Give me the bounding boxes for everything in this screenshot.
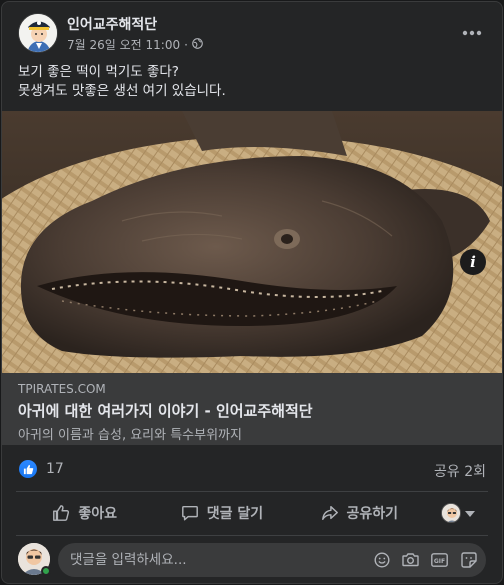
post-header: 인어교주해적단 7월 26일 오전 11:00 ·	[16, 13, 488, 57]
sticker-icon[interactable]	[459, 550, 478, 569]
like-reaction-icon[interactable]	[19, 460, 37, 478]
action-bar: 좋아요 댓글 달기 공유하기	[16, 495, 488, 531]
page-avatar[interactable]	[18, 13, 58, 53]
link-description: 아귀의 이름과 습성, 요리와 특수부위까지	[18, 428, 242, 443]
like-button-label: 좋아요	[78, 506, 117, 522]
post-meta: 7월 26일 오전 11:00 ·	[67, 36, 203, 53]
more-icon	[462, 30, 482, 36]
post-card: 인어교주해적단 7월 26일 오전 11:00 · 보기 좋은 떡이 먹기도 좋…	[1, 1, 503, 584]
anglerfish-photo	[2, 111, 502, 373]
link-preview-image[interactable]	[2, 111, 502, 373]
page-name[interactable]: 인어교주해적단	[67, 14, 157, 34]
share-button-label: 공유하기	[346, 506, 399, 522]
link-title[interactable]: 아귀에 대한 여러가지 이야기 - 인어교주해적단	[18, 400, 313, 421]
thumbs-up-icon	[53, 505, 70, 521]
more-options-button[interactable]	[456, 19, 488, 47]
share-count[interactable]: 공유 2회	[434, 461, 486, 481]
post-text: 보기 좋은 떡이 먹기도 좋다? 못생겨도 맛좋은 생선 여기 있습니다.	[18, 63, 486, 101]
emoji-icon[interactable]	[372, 550, 391, 569]
svg-text:GIF: GIF	[434, 557, 445, 564]
post-timestamp[interactable]: 7월 26일 오전 11:00	[67, 36, 180, 53]
comment-button-label: 댓글 달기	[206, 506, 264, 522]
composer-tools: GIF	[372, 550, 478, 569]
reactions-summary: 17 공유 2회	[18, 457, 486, 483]
divider	[16, 491, 488, 492]
post-text-line: 보기 좋은 떡이 먹기도 좋다?	[18, 64, 179, 80]
like-button[interactable]: 좋아요	[16, 495, 153, 531]
share-button[interactable]: 공유하기	[291, 495, 428, 531]
info-button[interactable]: i	[460, 249, 486, 275]
gif-icon[interactable]: GIF	[430, 550, 449, 569]
globe-icon	[192, 37, 203, 52]
online-status-indicator	[41, 566, 51, 576]
chevron-down-icon	[464, 505, 475, 521]
camera-icon[interactable]	[401, 550, 420, 569]
reaction-audience-selector[interactable]	[428, 495, 488, 531]
meta-separator: ·	[184, 37, 188, 52]
comment-composer: GIF	[18, 543, 486, 577]
link-domain: TPIRATES.COM	[18, 382, 106, 396]
link-preview[interactable]: TPIRATES.COM 아귀에 대한 여러가지 이야기 - 인어교주해적단 아…	[2, 373, 502, 445]
post-text-line: 못생겨도 맛좋은 생선 여기 있습니다.	[18, 83, 226, 99]
comment-icon	[181, 505, 198, 521]
share-icon	[321, 505, 338, 521]
avatar	[440, 503, 461, 523]
like-count[interactable]: 17	[46, 461, 64, 477]
divider	[16, 535, 488, 536]
comment-button[interactable]: 댓글 달기	[153, 495, 290, 531]
